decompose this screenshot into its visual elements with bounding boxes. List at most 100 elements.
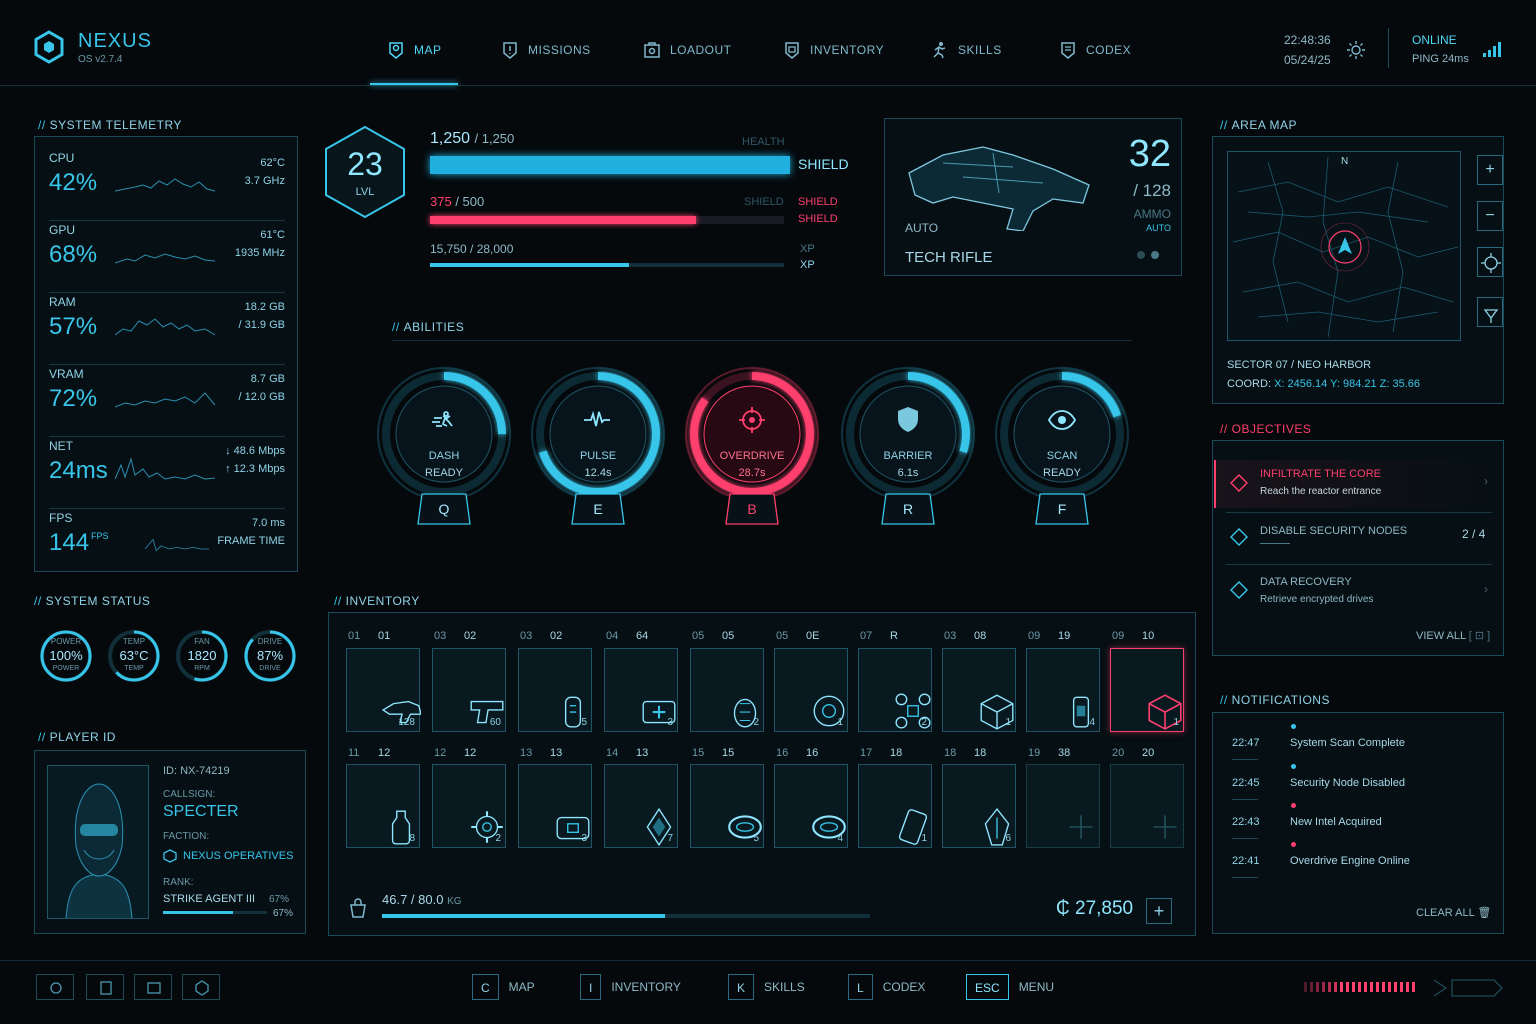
health-label: HEALTH xyxy=(742,136,785,148)
recenter-button[interactable] xyxy=(1477,247,1503,277)
waypoint-button[interactable] xyxy=(1477,297,1503,327)
inventory-slot[interactable]: 3 xyxy=(604,648,678,732)
tab-loadout[interactable]: LOADOUT xyxy=(642,38,732,62)
inventory-slot[interactable]: 60 xyxy=(432,648,506,732)
slot-index: 05 xyxy=(692,630,705,642)
inventory-icon xyxy=(785,42,799,59)
tab-codex[interactable]: CODEX xyxy=(1058,38,1131,62)
slot-quantity: 5 xyxy=(581,717,587,728)
slot-subindex: 18 xyxy=(890,747,903,759)
fps-unit: FPS xyxy=(91,531,109,541)
inventory-slot[interactable]: 5 xyxy=(518,648,592,732)
hotkey-inventory[interactable]: I INVENTORY xyxy=(580,974,681,1000)
gauge-sub-label: RPM xyxy=(194,665,210,672)
inventory-slot[interactable]: 3 xyxy=(518,764,592,848)
inventory-slot[interactable]: 1 xyxy=(774,648,848,732)
rifle-icon xyxy=(364,669,421,724)
shield-icon xyxy=(892,404,924,436)
ability-barrier[interactable]: BARRIER 6.1s R xyxy=(838,364,978,544)
objective-divider xyxy=(1226,512,1492,513)
tab-skills[interactable]: SKILLS xyxy=(930,38,1002,62)
inventory-slot[interactable]: 1 xyxy=(1110,648,1184,732)
sun-icon[interactable] xyxy=(1346,40,1366,60)
objective-title-3: DATA RECOVERY xyxy=(1260,576,1352,588)
ability-name: DASH xyxy=(428,450,460,462)
gauge-value: 63°C xyxy=(119,648,149,663)
gauge-value: 100% xyxy=(49,648,83,663)
net-up: ↑ 12.3 Mbps xyxy=(225,463,285,475)
inventory-slot[interactable]: 1 xyxy=(942,648,1016,732)
tab-map[interactable]: MAP xyxy=(386,38,442,62)
hotkey-codex-key: L xyxy=(848,974,873,1000)
app-title: NEXUS xyxy=(78,30,152,52)
quick-slot-4[interactable] xyxy=(182,974,220,1000)
inventory-slot[interactable]: 8 xyxy=(346,764,420,848)
frame-time-label: FRAME TIME xyxy=(217,535,285,547)
inventory-slot[interactable]: 1 xyxy=(858,764,932,848)
coord-values: X: 2456.14 Y: 984.21 Z: 35.66 xyxy=(1274,378,1421,390)
inventory-slot[interactable]: 4 xyxy=(774,764,848,848)
ram-value: 57% xyxy=(49,313,98,340)
tab-missions[interactable]: MISSIONS xyxy=(500,38,591,62)
settings-icon xyxy=(50,982,62,994)
zoom-in-button[interactable]: + xyxy=(1477,155,1503,185)
weight-bag-icon xyxy=(350,898,366,918)
view-all-button[interactable]: VIEW ALL [ ⊡ ] xyxy=(1416,629,1490,642)
notification-text: Overdrive Engine Online xyxy=(1290,855,1410,867)
vram-label: VRAM xyxy=(49,367,84,381)
ability-scan[interactable]: SCAN READY F xyxy=(992,364,1132,544)
nexus-logo-icon xyxy=(34,30,64,64)
fps-value: 144 xyxy=(49,529,90,556)
ping-readout: PING 24ms xyxy=(1412,53,1469,65)
quick-slot-3[interactable] xyxy=(134,974,172,1000)
weight-readout: 46.7 / 80.0 KG xyxy=(382,892,462,907)
quick-slot-2[interactable] xyxy=(86,974,124,1000)
tab-inventory[interactable]: INVENTORY xyxy=(782,38,884,62)
hotkey-map[interactable]: C MAP xyxy=(472,974,535,1000)
inventory-slot[interactable]: 2 xyxy=(690,648,764,732)
objective-item-active[interactable]: INFILTRATE THE CORE Reach the reactor en… xyxy=(1214,460,1502,508)
inventory-slot[interactable]: 6 xyxy=(942,764,1016,848)
ability-dash[interactable]: DASH READY Q xyxy=(374,364,514,544)
hotkey-menu[interactable]: ESC MENU xyxy=(966,974,1054,1000)
ability-overdrive[interactable]: OVERDRIVE 28.7s B xyxy=(682,364,822,544)
hotkey-skills-label: SKILLS xyxy=(764,980,805,994)
slot-subindex: 15 xyxy=(722,747,735,759)
player-position-icon xyxy=(1338,237,1352,254)
grenade-icon xyxy=(536,669,582,728)
inventory-slot-empty[interactable] xyxy=(1026,764,1100,848)
player-rank: STRIKE AGENT III xyxy=(163,893,256,905)
minimap[interactable]: N xyxy=(1227,151,1461,341)
zoom-out-button[interactable]: − xyxy=(1477,201,1503,231)
slot-subindex: 13 xyxy=(636,747,649,759)
inventory-slot[interactable]: 7 xyxy=(604,764,678,848)
objective-item[interactable]: DATA RECOVERY Retrieve encrypted drives … xyxy=(1214,568,1502,614)
objective-item[interactable]: DISABLE SECURITY NODES 2 / 4 xyxy=(1214,516,1502,562)
slot-index: 01 xyxy=(348,630,361,642)
ability-pulse[interactable]: PULSE 12.4s E xyxy=(528,364,668,544)
inventory-slot[interactable]: 128 xyxy=(346,648,421,732)
cpu-sparkline xyxy=(115,178,215,192)
quick-slot-1[interactable] xyxy=(36,974,74,1000)
inventory-slot[interactable]: 4 xyxy=(1026,648,1100,732)
inventory-slot-empty[interactable] xyxy=(1110,764,1184,848)
slot-subindex: 19 xyxy=(1058,630,1071,642)
skills-icon xyxy=(933,42,946,59)
telemetry-panel: CPU 42% 62°C 3.7 GHz GPU 68% 61°C 1935 M… xyxy=(34,136,298,572)
shield-bar-track xyxy=(430,216,784,224)
objectives-title: //OBJECTIVES xyxy=(1220,422,1312,436)
inventory-slot[interactable]: 2 xyxy=(858,648,932,732)
clock-time: 22:48:36 xyxy=(1284,33,1331,47)
objective-strike xyxy=(1260,543,1290,544)
gauge-sub-label: DRIVE xyxy=(259,665,281,672)
inventory-slot[interactable]: 2 xyxy=(432,764,506,848)
add-credits-button[interactable]: + xyxy=(1146,898,1172,924)
hotkey-skills[interactable]: K SKILLS xyxy=(728,974,805,1000)
objective-sub-3: Retrieve encrypted drives xyxy=(1260,594,1374,605)
tab-inventory-label: INVENTORY xyxy=(810,43,885,57)
inventory-slot[interactable]: 5 xyxy=(690,764,764,848)
hotkey-codex[interactable]: L CODEX xyxy=(848,974,925,1000)
gauge-top-label: POWER xyxy=(50,637,82,646)
clear-all-button[interactable]: CLEAR ALL 🗑 xyxy=(1416,906,1491,919)
hotkey-menu-label: MENU xyxy=(1018,980,1055,994)
